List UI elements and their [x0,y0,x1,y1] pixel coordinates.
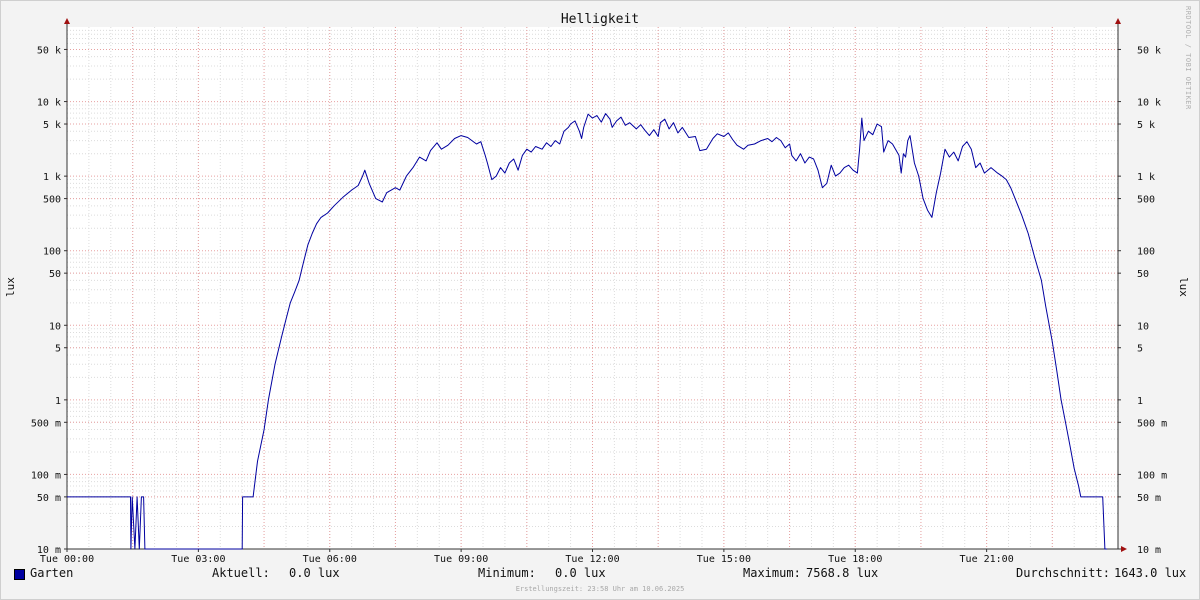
y-axis-arrow-left [64,18,70,24]
y-tick-label-left: 50 k [37,45,61,56]
y-tick-label-right: 100 m [1137,470,1167,481]
y-tick-label-right: 500 [1137,195,1155,206]
y-tick-label-left: 5 [55,344,61,355]
y-axis-label-left: lux [4,277,17,297]
y-tick-label-left: 10 [49,321,61,332]
brightness-chart: Helligkeit lux lux RRDTOOL / TOBI OETIKE… [4,6,1192,565]
legend-avg-value: 1643.0 lux [1114,566,1187,580]
y-tick-label-right: 10 k [1137,98,1161,109]
y-tick-label-right: 1 k [1137,172,1155,183]
y-tick-label-right: 10 m [1137,545,1161,556]
y-tick-label-right: 5 k [1137,120,1155,131]
y-tick-label-left: 50 m [37,493,61,504]
creation-time-footer: Erstellungszeit: 23:58 Uhr am 10.06.2025 [515,585,685,593]
y-tick-label-right: 10 [1137,321,1149,332]
legend-max-value: 7568.8 lux [806,566,879,580]
y-tick-label-left: 50 [49,269,61,280]
legend-swatch-garten [14,569,25,580]
y-tick-label-right: 50 k [1137,45,1161,56]
y-tick-label-left: 10 m [37,545,61,556]
y-tick-label-left: 1 k [43,172,61,183]
legend-min-value: 0.0 lux [555,566,606,580]
x-axis-arrow [1121,546,1127,552]
x-tick-label: Tue 09:00 [434,554,488,565]
legend-avg-label: Durchschnitt: [1016,566,1110,580]
y-tick-label-left: 100 m [31,470,61,481]
y-tick-label-right: 5 [1137,344,1143,355]
chart-title: Helligkeit [561,12,639,27]
y-axis-arrow-right [1115,18,1121,24]
y-tick-label-left: 100 [43,247,61,258]
legend-min-label: Minimum: [478,566,536,580]
x-tick-label: Tue 06:00 [303,554,357,565]
y-tick-label-left: 500 m [31,418,61,429]
rrdtool-watermark: RRDTOOL / TOBI OETIKER [1184,6,1192,110]
y-tick-label-left: 5 k [43,120,61,131]
x-tick-label: Tue 21:00 [960,554,1014,565]
y-tick-label-left: 10 k [37,98,61,109]
x-tick-label: Tue 15:00 [697,554,751,565]
y-tick-label-right: 500 m [1137,418,1167,429]
y-axis-label-right: lux [1177,277,1190,297]
y-tick-label-right: 50 [1137,269,1149,280]
y-tick-label-left: 500 [43,195,61,206]
chart-grid [66,27,1119,550]
legend-current-label: Aktuell: [212,566,270,580]
y-tick-label-right: 100 [1137,247,1155,258]
x-tick-label: Tue 03:00 [171,554,225,565]
legend-current-value: 0.0 lux [289,566,340,580]
legend-series-name: Garten [30,566,74,580]
y-tick-label-right: 50 m [1137,493,1161,504]
legend-max-label: Maximum: [743,566,801,580]
x-tick-label: Tue 18:00 [828,554,882,565]
y-tick-label-right: 1 [1137,396,1143,407]
y-tick-label-left: 1 [55,396,61,407]
legend: Garten Aktuell: 0.0 lux Minimum: 0.0 lux… [0,566,1200,584]
x-tick-label: Tue 12:00 [565,554,619,565]
